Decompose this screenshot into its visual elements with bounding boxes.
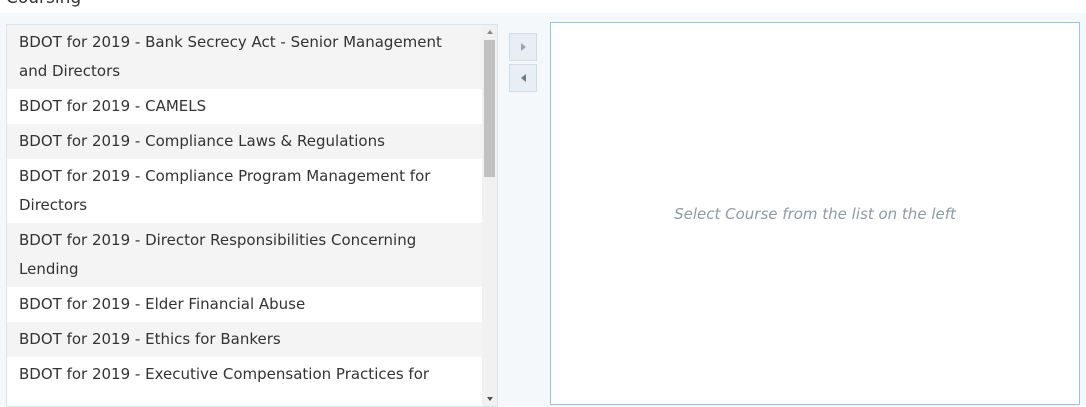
chevron-up-icon bbox=[486, 30, 493, 34]
course-list-item[interactable]: BDOT for 2019 - Compliance Laws & Regula… bbox=[7, 124, 482, 159]
available-course-list[interactable]: BDOT for 2019 - Bank Secrecy Act - Senio… bbox=[6, 24, 498, 407]
course-list-item[interactable]: BDOT for 2019 - Elder Financial Abuse bbox=[7, 287, 482, 322]
chevron-left-icon bbox=[520, 74, 526, 82]
scroll-down-arrow[interactable] bbox=[482, 392, 497, 406]
course-list-item[interactable]: BDOT for 2019 - Compliance Program Manag… bbox=[7, 159, 482, 223]
course-list-item[interactable]: BDOT for 2019 - Director Responsibilitie… bbox=[7, 223, 482, 287]
course-list-item[interactable]: BDOT for 2019 - Executive Compensation P… bbox=[7, 357, 482, 392]
chevron-down-icon bbox=[486, 397, 493, 401]
course-list-item[interactable]: BDOT for 2019 - Bank Secrecy Act - Senio… bbox=[7, 25, 482, 89]
course-list-items: BDOT for 2019 - Bank Secrecy Act - Senio… bbox=[7, 25, 482, 392]
empty-selection-message: Select Course from the list on the left bbox=[674, 204, 956, 223]
scroll-up-arrow[interactable] bbox=[482, 25, 497, 39]
selected-course-panel: Select Course from the list on the left bbox=[550, 22, 1080, 405]
remove-course-button[interactable] bbox=[509, 64, 537, 92]
list-scrollbar[interactable] bbox=[482, 25, 497, 406]
course-list-item[interactable]: BDOT for 2019 - Ethics for Bankers bbox=[7, 322, 482, 357]
add-course-button[interactable] bbox=[509, 33, 537, 61]
course-selector-panel: BDOT for 2019 - Bank Secrecy Act - Senio… bbox=[0, 13, 1086, 407]
chevron-right-icon bbox=[520, 43, 526, 51]
course-list-item[interactable]: BDOT for 2019 - CAMELS bbox=[7, 89, 482, 124]
section-heading: Coursing bbox=[6, 0, 81, 8]
scroll-thumb[interactable] bbox=[484, 40, 495, 177]
